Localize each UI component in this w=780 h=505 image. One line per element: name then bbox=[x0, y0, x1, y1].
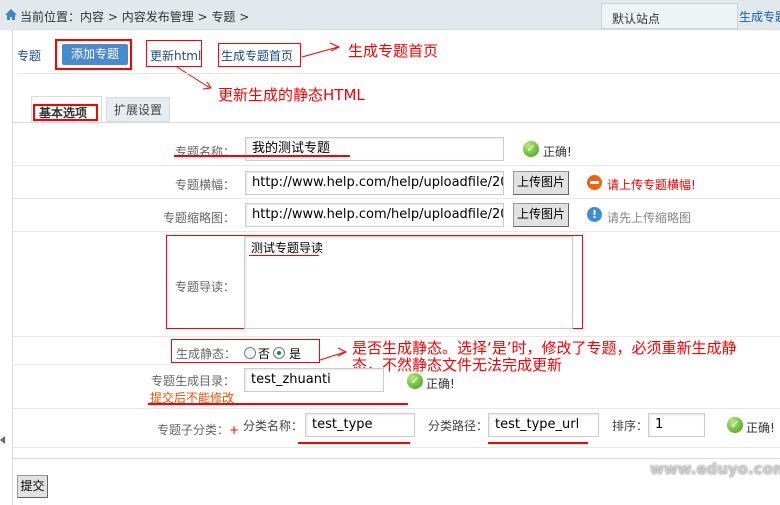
divider bbox=[12, 364, 172, 365]
guide-textarea[interactable]: 测试专题导读 bbox=[244, 236, 573, 329]
watermark: www.eduyo.com bbox=[650, 460, 780, 478]
collapse-arrow-icon[interactable] bbox=[0, 436, 5, 444]
sub-path-input[interactable]: test_type_url bbox=[488, 413, 599, 437]
sub-label: 专题子分类：+ bbox=[157, 421, 239, 438]
divider bbox=[12, 336, 780, 337]
add-sub-button[interactable]: + bbox=[229, 423, 239, 437]
sub-status: 正确! bbox=[746, 421, 775, 435]
sub-path-label: 分类路径： bbox=[428, 419, 489, 433]
thumb-input[interactable]: http://www.help.com/help/uploadfile/20 bbox=[245, 203, 504, 227]
guide-label: 专题导读： bbox=[174, 280, 235, 294]
divider bbox=[12, 122, 780, 123]
divider bbox=[12, 408, 780, 409]
static-yes-radio[interactable] bbox=[273, 347, 285, 359]
annot-static: 是否生成静态。选择‘是’时，修改了专题，必须重新生成静态，不然静态文件无法完成更… bbox=[352, 339, 737, 374]
static-label: 生成静态： bbox=[176, 347, 237, 361]
divider bbox=[12, 198, 780, 199]
static-yes-label: 是 bbox=[289, 347, 302, 361]
divider bbox=[12, 458, 780, 459]
annot-underline bbox=[249, 255, 319, 256]
name-status: 正确! bbox=[543, 145, 572, 159]
check-icon: ✓ bbox=[727, 417, 743, 433]
name-label: 专题名称： bbox=[174, 145, 235, 159]
error-icon bbox=[587, 175, 602, 190]
divider bbox=[17, 73, 780, 74]
dir-status: 正确! bbox=[426, 377, 455, 391]
topic-name-input[interactable]: 我的测试专题 bbox=[245, 137, 504, 161]
thumb-label: 专题缩略图： bbox=[162, 211, 235, 225]
divider bbox=[12, 447, 780, 448]
dir-input[interactable]: test_zhuanti bbox=[244, 368, 384, 392]
dir-label: 专题生成目录： bbox=[150, 374, 235, 388]
tab-extended[interactable]: 扩展设置 bbox=[106, 97, 170, 122]
check-icon: ✓ bbox=[523, 141, 539, 157]
annot-underline bbox=[148, 403, 408, 405]
divider bbox=[12, 165, 780, 166]
annot-underline bbox=[298, 442, 410, 444]
tab-basic-label: 基本选项 bbox=[39, 106, 88, 120]
submit-button[interactable]: 提交 bbox=[17, 475, 48, 498]
upload-banner-button[interactable]: 上传图片 bbox=[513, 171, 569, 195]
sub-label-text: 专题子分类： bbox=[157, 423, 230, 437]
sub-order-input[interactable]: 1 bbox=[648, 413, 705, 437]
annot-gen-index: 生成专题首页 bbox=[348, 42, 439, 60]
sub-name-input[interactable]: test_type bbox=[305, 413, 415, 437]
sub-order-label: 排序： bbox=[612, 419, 649, 433]
info-icon: ! bbox=[587, 207, 602, 222]
static-no-radio[interactable] bbox=[244, 347, 256, 359]
static-no-label: 否 bbox=[258, 347, 271, 361]
annot-underline bbox=[488, 442, 588, 444]
divider bbox=[12, 231, 780, 232]
annot-underline bbox=[174, 155, 350, 157]
banner-status: 请上传专题横幅! bbox=[607, 178, 696, 192]
thumb-status: 请先上传缩略图 bbox=[607, 211, 692, 225]
check-icon: ✓ bbox=[407, 373, 423, 389]
annot-update-html: 更新生成的静态HTML bbox=[218, 86, 365, 104]
banner-input[interactable]: http://www.help.com/help/uploadfile/20 bbox=[245, 171, 504, 195]
upload-thumb-button[interactable]: 上传图片 bbox=[513, 203, 569, 227]
banner-label: 专题横幅： bbox=[174, 178, 235, 192]
sub-name-label: 分类名称： bbox=[243, 419, 304, 433]
